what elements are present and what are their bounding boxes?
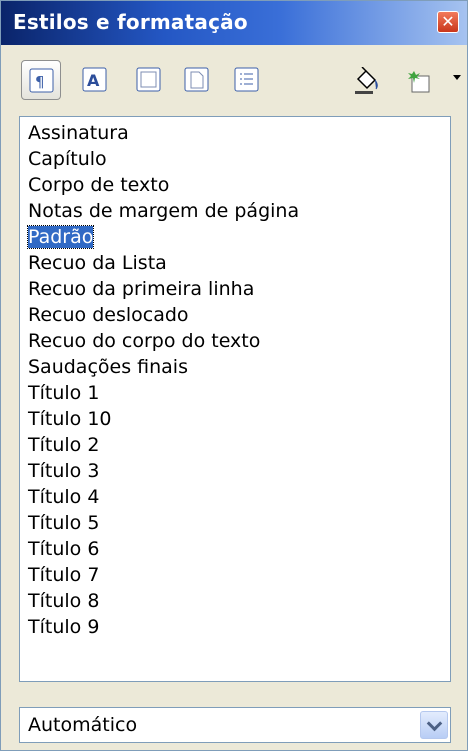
list-item[interactable]: Saudações finais: [28, 355, 188, 380]
title-bar[interactable]: Estilos e formatação ✕: [1, 1, 467, 45]
list-styles-button[interactable]: [227, 60, 267, 100]
frame-styles-icon: [136, 67, 161, 92]
paragraph-styles-button[interactable]: ¶: [21, 60, 61, 100]
svg-text:¶: ¶: [35, 73, 45, 91]
character-styles-button[interactable]: A: [75, 60, 115, 100]
close-icon: ✕: [441, 12, 455, 31]
list-item-label: Recuo deslocado: [28, 304, 189, 326]
list-item-label: Título 4: [28, 486, 100, 508]
list-item[interactable]: Assinatura: [28, 121, 129, 146]
list-item[interactable]: Recuo da primeira linha: [28, 277, 254, 302]
list-item[interactable]: Recuo da Lista: [28, 251, 167, 276]
paint-bucket-icon: [355, 67, 378, 94]
list-item[interactable]: Título 2: [28, 433, 99, 458]
styles-list[interactable]: Assinatura Capítulo Corpo de texto Notas de…: [19, 116, 451, 682]
list-item-label: Capítulo: [28, 148, 107, 170]
list-item-label: Título 1: [28, 382, 100, 404]
style-filter-value: Automático: [28, 714, 138, 736]
styles-formatting-window: Estilos e formatação ✕ ¶ A Assinatura Cap…: [0, 0, 468, 751]
page-styles-icon: [184, 67, 209, 92]
style-filter-select[interactable]: Automático: [19, 707, 451, 743]
list-item-label: Título 9: [28, 616, 100, 638]
list-styles-icon: [234, 67, 259, 92]
list-item-label: Notas de margem de página: [28, 200, 300, 222]
svg-text:A: A: [87, 71, 100, 90]
list-item-label: Recuo da primeira linha: [28, 278, 255, 300]
list-item-label: Recuo da Lista: [28, 252, 167, 274]
list-item[interactable]: Título 7: [28, 563, 99, 588]
fill-format-mode-button[interactable]: [345, 60, 385, 100]
list-item-label: Título 7: [28, 564, 100, 586]
list-item[interactable]: Título 8: [28, 589, 99, 614]
list-item-label: Padrão: [26, 225, 95, 249]
list-item-label: Título 3: [28, 460, 100, 482]
toolbar-dropdown-arrow-icon[interactable]: [453, 75, 461, 80]
list-item[interactable]: Padrão: [26, 225, 95, 250]
new-style-icon: [408, 71, 430, 93]
new-style-from-selection-button[interactable]: [399, 60, 439, 100]
list-item[interactable]: Corpo de texto: [28, 173, 169, 198]
chevron-down-icon[interactable]: [420, 711, 448, 739]
list-item-label: Assinatura: [28, 122, 129, 144]
list-item[interactable]: Título 4: [28, 485, 99, 510]
character-styles-icon: A: [82, 67, 107, 92]
list-item[interactable]: Título 3: [28, 459, 99, 484]
list-item[interactable]: Título 1: [28, 381, 99, 406]
list-item[interactable]: Capítulo: [28, 147, 107, 172]
list-item[interactable]: Título 6: [28, 537, 99, 562]
list-item-label: Título 2: [28, 434, 100, 456]
close-button[interactable]: ✕: [437, 11, 459, 33]
window-title: Estilos e formatação: [13, 10, 248, 34]
frame-styles-button[interactable]: [129, 60, 169, 100]
list-item[interactable]: Recuo deslocado: [28, 303, 189, 328]
toolbar: ¶ A: [1, 45, 467, 111]
list-item-label: Corpo de texto: [28, 174, 170, 196]
list-item[interactable]: Título 5: [28, 511, 99, 536]
list-item-label: Título 8: [28, 590, 100, 612]
list-item[interactable]: Recuo do corpo do texto: [28, 329, 260, 354]
paragraph-styles-icon: ¶: [29, 68, 54, 93]
list-item[interactable]: Título 10: [28, 407, 112, 432]
list-item-label: Título 10: [28, 408, 112, 430]
list-item-label: Título 6: [28, 538, 100, 560]
list-item-label: Título 5: [28, 512, 100, 534]
list-item[interactable]: Notas de margem de página: [28, 199, 299, 224]
list-item-label: Saudações finais: [28, 356, 188, 378]
list-item[interactable]: Título 9: [28, 615, 99, 640]
list-item-label: Recuo do corpo do texto: [28, 330, 261, 352]
page-styles-button[interactable]: [177, 60, 217, 100]
